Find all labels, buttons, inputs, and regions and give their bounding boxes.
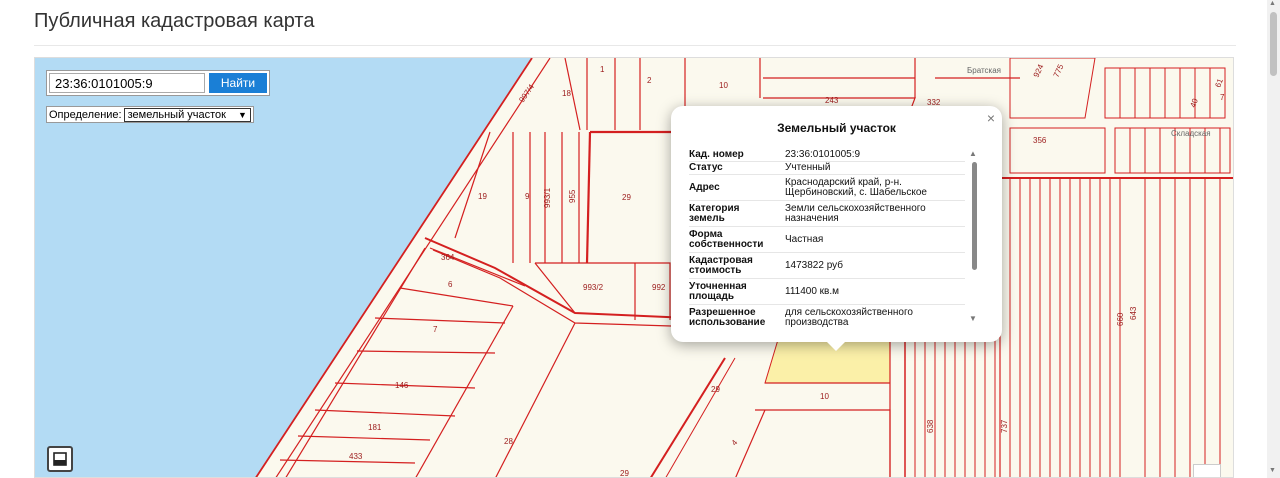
chevron-down-icon: ▼ [238,109,247,120]
scroll-up-icon[interactable]: ▲ [969,149,977,158]
parcel-label: 638 [926,419,935,433]
parcel-label: 29 [620,469,629,478]
table-row: Категория земель Земли сельскохозяйственн… [689,201,965,227]
parcel-label: 7 [1220,93,1225,102]
table-row: Уточненная площадь 111400 кв.м [689,279,965,305]
definition-control: Определение: земельный участок ▼ [46,106,254,123]
table-row: Разрешенное использование для сельскохозя… [689,305,965,330]
parcel-label: 18 [562,89,571,98]
search-button[interactable]: Найти [209,73,267,93]
parcel-label: 993/1 [543,187,552,208]
parcel-label: 992 [652,283,666,292]
parcel-label: 433 [349,452,363,461]
table-row: Кадастровая стоимость 1473822 руб [689,253,965,279]
search-box: Найти [46,70,270,96]
parcel-label: 2 [647,76,652,85]
street-label: Братская [967,66,1001,75]
scroll-down-icon[interactable]: ▼ [1269,467,1276,474]
page-scrollbar[interactable]: ▲ ▼ [1267,0,1280,478]
parcel-label: 955 [568,189,577,203]
parcel-label: 243 [825,96,839,105]
parcel-label: 10 [820,392,829,401]
table-row: Адрес Краснодарский край, р-н. Щербиновск… [689,175,965,201]
scroll-up-icon[interactable]: ▲ [1269,0,1276,7]
parcel-attributes-table[interactable]: Кад. номер 23:36:0101005:9 Статус Учтенный… [689,148,965,330]
parcel-label: 660 [1116,312,1125,326]
page-scrollbar-thumb[interactable] [1270,12,1277,76]
parcel-label: 643 [1129,306,1138,320]
definition-select[interactable]: земельный участок ▼ [123,107,251,122]
table-row: Форма собственности Частная [689,227,965,253]
scroll-down-icon[interactable]: ▼ [969,314,977,323]
map-container[interactable]: 18 1 2 10 243 332 356 997/4 19 9 993/1 9… [34,57,1234,478]
popup-title: Земельный участок [777,121,896,135]
layers-button[interactable] [47,446,73,472]
parcel-label: 9 [525,192,530,201]
parcel-label: 364 [441,253,455,262]
popup-scrollbar-thumb[interactable] [972,162,977,270]
parcel-label: 6 [448,280,453,289]
parcel-label: 28 [504,437,513,446]
cadastral-search-input[interactable] [49,73,205,93]
parcel-label: 29 [711,385,720,394]
popup-pointer [825,340,847,351]
table-row: Кад. номер 23:36:0101005:9 [689,148,965,162]
parcel-label: 993/2 [583,283,604,292]
parcel-label: 10 [719,81,728,90]
parcel-label: 7 [433,325,438,334]
definition-label: Определение: [49,108,122,121]
layers-icon [53,452,67,466]
parcel-label: 19 [478,192,487,201]
parcel-label: 356 [1033,136,1047,145]
table-row: Статус Учтенный [689,162,965,175]
parcel-label: 737 [1000,419,1009,433]
parcel-label: 29 [622,193,631,202]
page-title: Публичная кадастровая карта [34,10,315,32]
parcel-label: 146 [395,381,409,390]
title-divider [34,45,1236,46]
map-control-stub[interactable] [1193,464,1221,477]
parcel-label: 1 [600,65,605,74]
parcel-label: 181 [368,423,382,432]
street-label: Складская [1171,129,1211,138]
parcel-info-popup: × Земельный участок Кад. номер 23:36:0101… [671,106,1002,342]
